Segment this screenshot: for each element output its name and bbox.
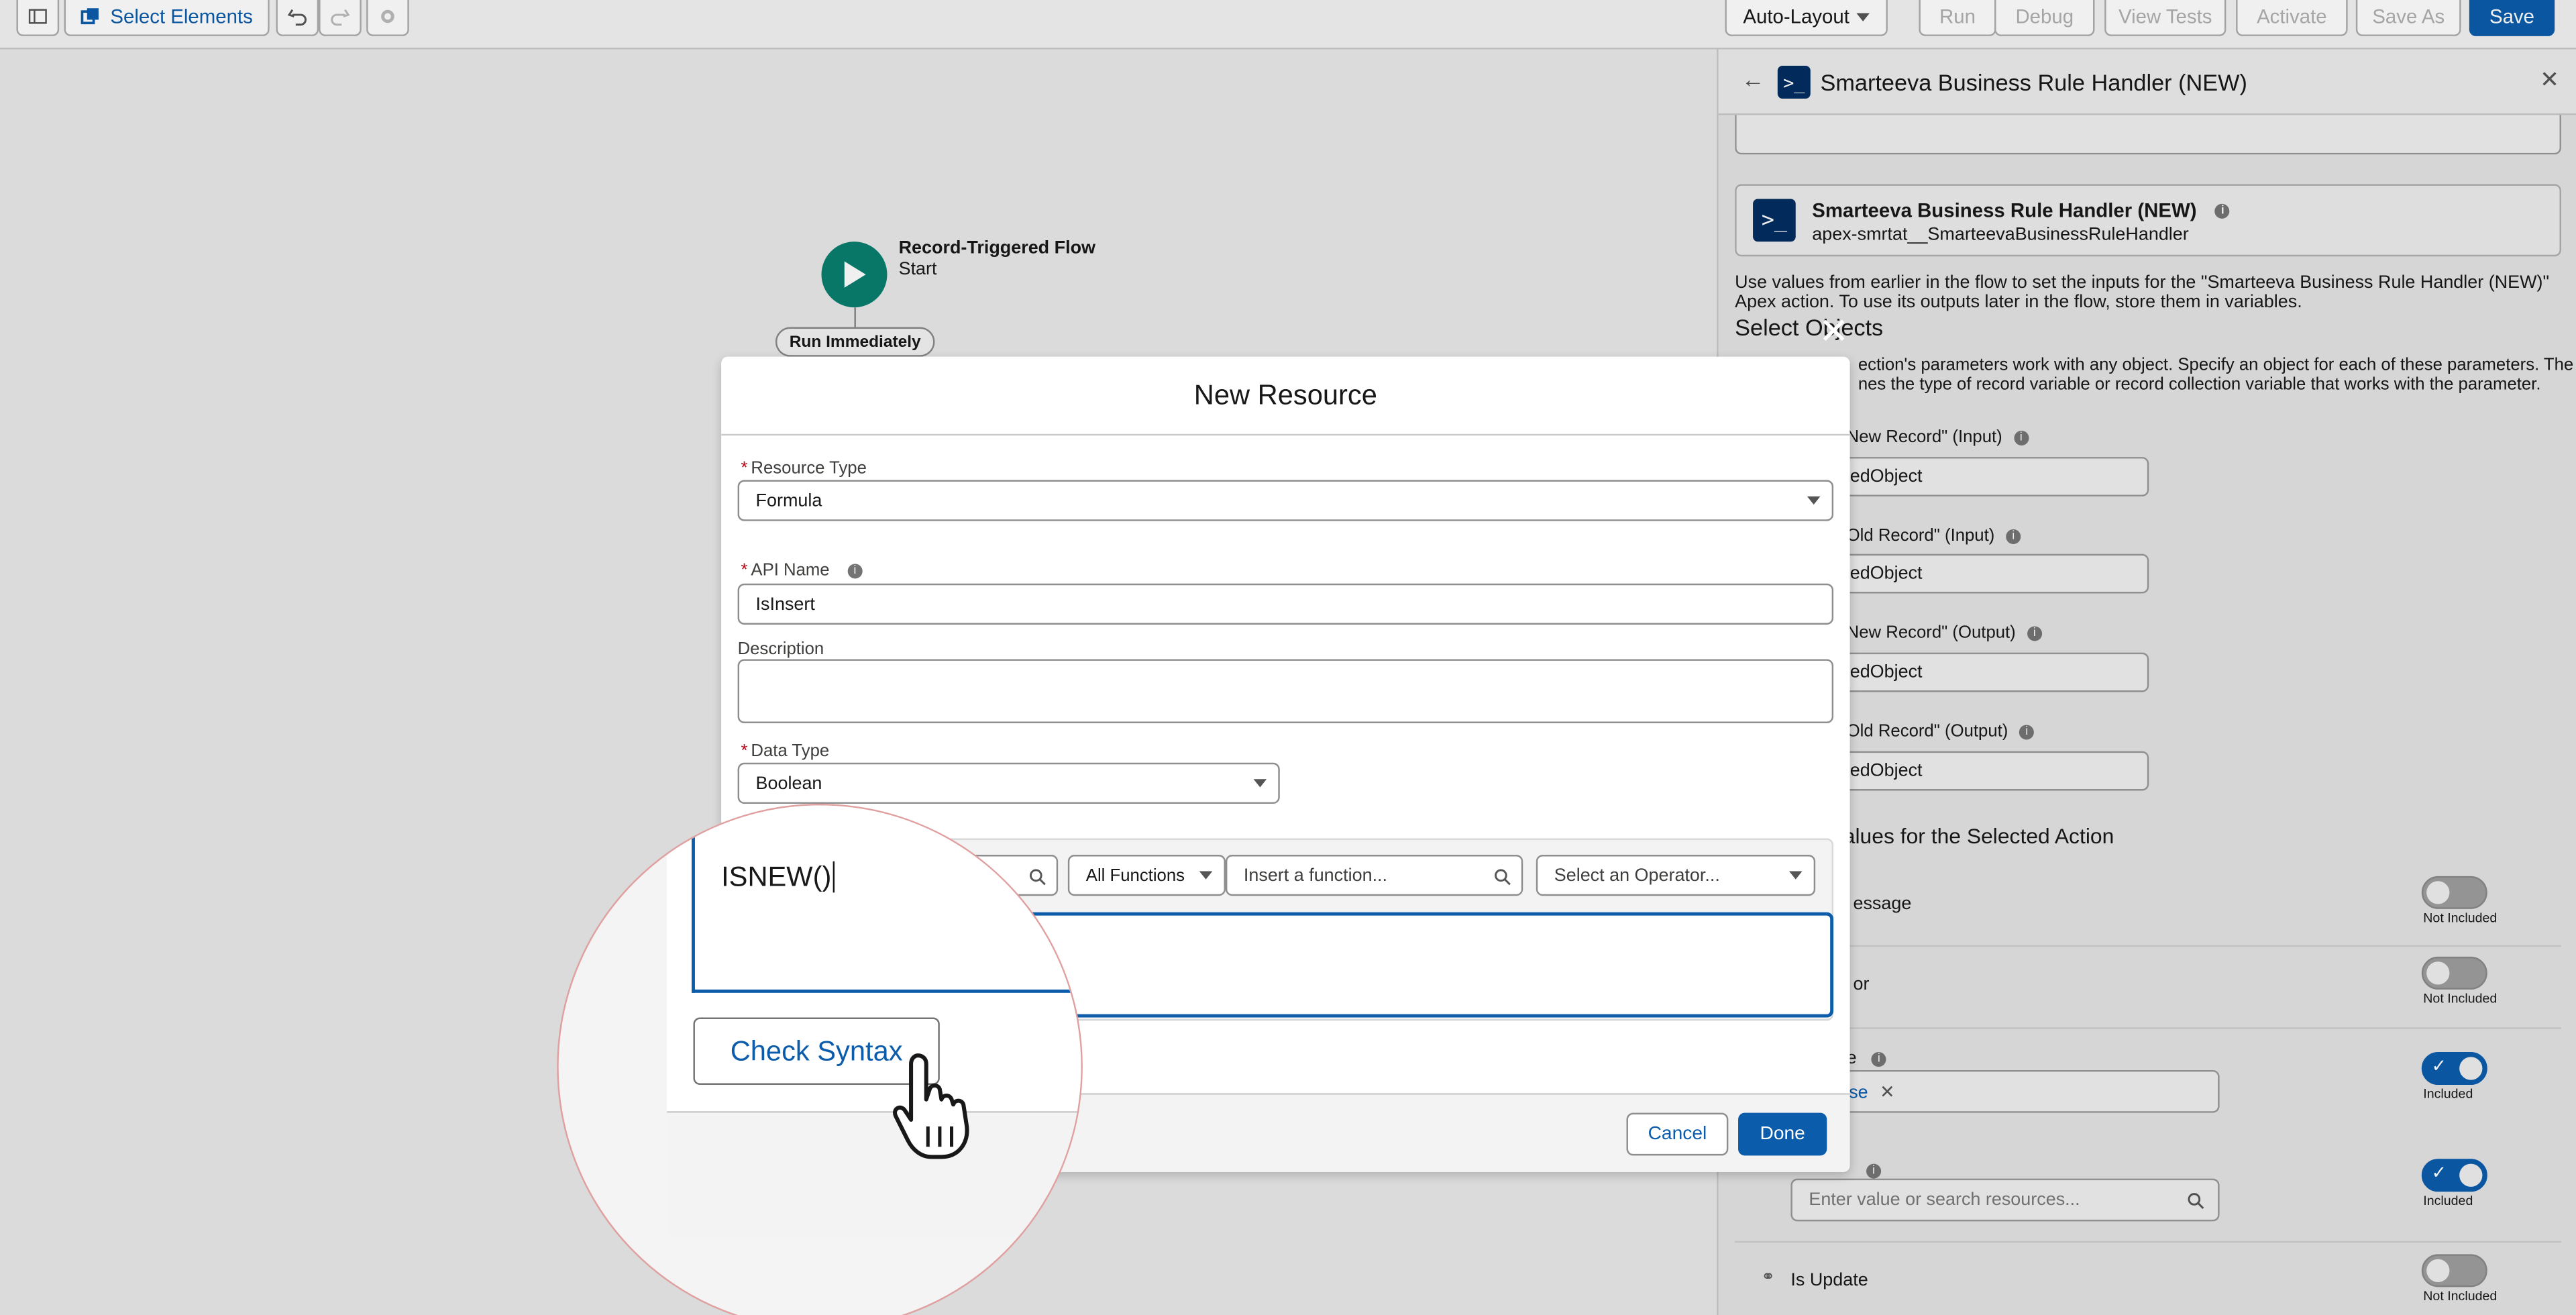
resource-type-select[interactable]: Formula <box>737 480 1834 521</box>
operator-placeholder: Select an Operator... <box>1554 865 1720 886</box>
data-type-select[interactable]: Boolean <box>737 762 1280 804</box>
magnified-formula-editor[interactable]: ISNEW() <box>692 825 1081 993</box>
search-icon <box>1495 869 1511 886</box>
insert-function-input[interactable]: Insert a function... <box>1225 855 1523 896</box>
formula-text: ISNEW() <box>721 861 832 893</box>
chevron-down-icon <box>1807 496 1821 505</box>
chevron-down-icon <box>1199 871 1213 880</box>
insert-function-placeholder: Insert a function... <box>1243 865 1388 886</box>
data-type-label: * Data Type <box>741 741 830 761</box>
chevron-down-icon <box>1253 779 1267 788</box>
cancel-button[interactable]: Cancel <box>1626 1112 1729 1156</box>
operator-select[interactable]: Select an Operator... <box>1536 855 1816 896</box>
zoom-magnifier: ISNEW() Check Syntax <box>557 804 1083 1315</box>
required-marker: * <box>741 741 748 761</box>
magnified-footer <box>667 1112 1081 1237</box>
hand-pointer-icon <box>893 1053 969 1159</box>
chevron-down-icon <box>1788 871 1803 880</box>
description-textarea[interactable] <box>737 659 1834 723</box>
text-cursor <box>833 861 835 893</box>
modal-title: New Resource <box>721 357 1850 436</box>
resource-type-value: Formula <box>755 490 822 511</box>
required-marker: * <box>741 560 748 580</box>
data-type-value: Boolean <box>755 773 822 794</box>
required-marker: * <box>741 458 748 478</box>
info-icon: i <box>847 563 863 578</box>
resource-type-label: * Resource Type <box>741 458 867 478</box>
modal-close-icon[interactable]: ✕ <box>1819 311 1849 354</box>
done-button[interactable]: Done <box>1738 1112 1827 1156</box>
api-name-value: IsInsert <box>755 594 815 615</box>
api-name-label: * API Name i <box>741 560 863 580</box>
description-label: Description <box>737 639 824 660</box>
api-name-input[interactable]: IsInsert <box>737 583 1834 625</box>
all-functions-select[interactable]: All Functions <box>1067 855 1226 896</box>
all-functions-value: All Functions <box>1085 865 1185 886</box>
